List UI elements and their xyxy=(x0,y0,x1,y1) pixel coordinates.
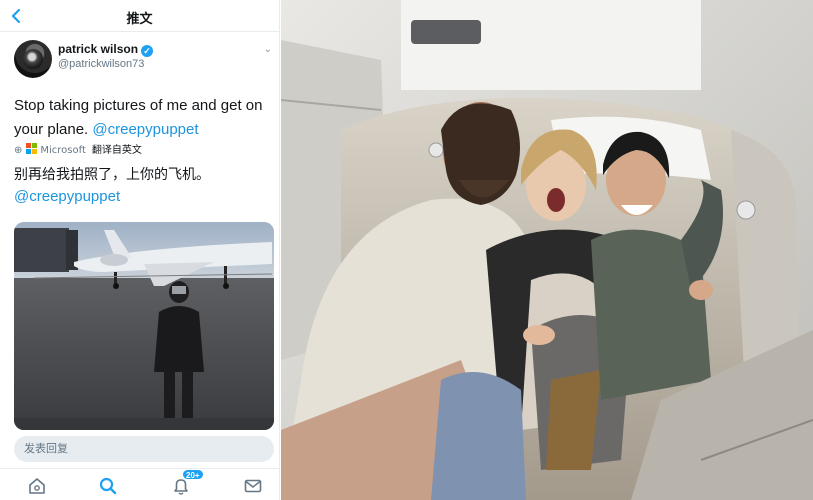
tab-bar: 20+ xyxy=(0,468,279,500)
globe-icon: ⊕ xyxy=(14,145,23,156)
translated-mention-link[interactable]: @creepypuppet xyxy=(14,186,272,208)
translation-label: 翻译自英文 xyxy=(91,145,142,156)
nav-bar: 推文 xyxy=(0,0,279,32)
translated-line: 别再给我拍照了，上你的飞机。 xyxy=(14,167,210,183)
translation-provider: Microsoft xyxy=(40,145,86,156)
page-title: 推文 xyxy=(126,12,153,27)
microsoft-logo-icon xyxy=(26,143,38,154)
tweet-author[interactable]: patrick wilson ✓ @patrickwilson73 ⌄ xyxy=(14,40,272,80)
airport-photo-image xyxy=(14,222,274,430)
tweet-text: Stop taking pictures of me and get on yo… xyxy=(14,94,272,142)
avatar[interactable] xyxy=(14,40,52,78)
tweet-media-image[interactable] xyxy=(14,222,274,430)
chevron-down-icon[interactable]: ⌄ xyxy=(264,44,272,55)
translation-attribution[interactable]: ⊕ Microsoft 翻译自英文 xyxy=(14,143,142,157)
notifications-badge: 20+ xyxy=(182,469,204,480)
mention-link[interactable]: @creepypuppet xyxy=(92,121,198,138)
notifications-tab[interactable]: 20+ xyxy=(170,469,204,497)
airplane-seat-photo xyxy=(281,0,813,500)
home-icon[interactable] xyxy=(26,475,48,497)
reply-input[interactable]: 发表回复 xyxy=(14,436,274,462)
photo-image xyxy=(281,0,813,500)
author-handle: @patrickwilson73 xyxy=(58,58,145,70)
translated-text: 别再给我拍照了，上你的飞机。 @creepypuppet xyxy=(14,164,272,208)
messages-icon[interactable] xyxy=(242,475,264,497)
author-name: patrick wilson xyxy=(58,42,139,56)
author-name-row: patrick wilson ✓ xyxy=(58,42,154,57)
verified-badge-icon: ✓ xyxy=(141,45,154,57)
tweet-detail-screen: 推文 patrick wilson ✓ @patrickwilson73 ⌄ St… xyxy=(0,0,280,500)
search-icon[interactable] xyxy=(97,475,119,497)
